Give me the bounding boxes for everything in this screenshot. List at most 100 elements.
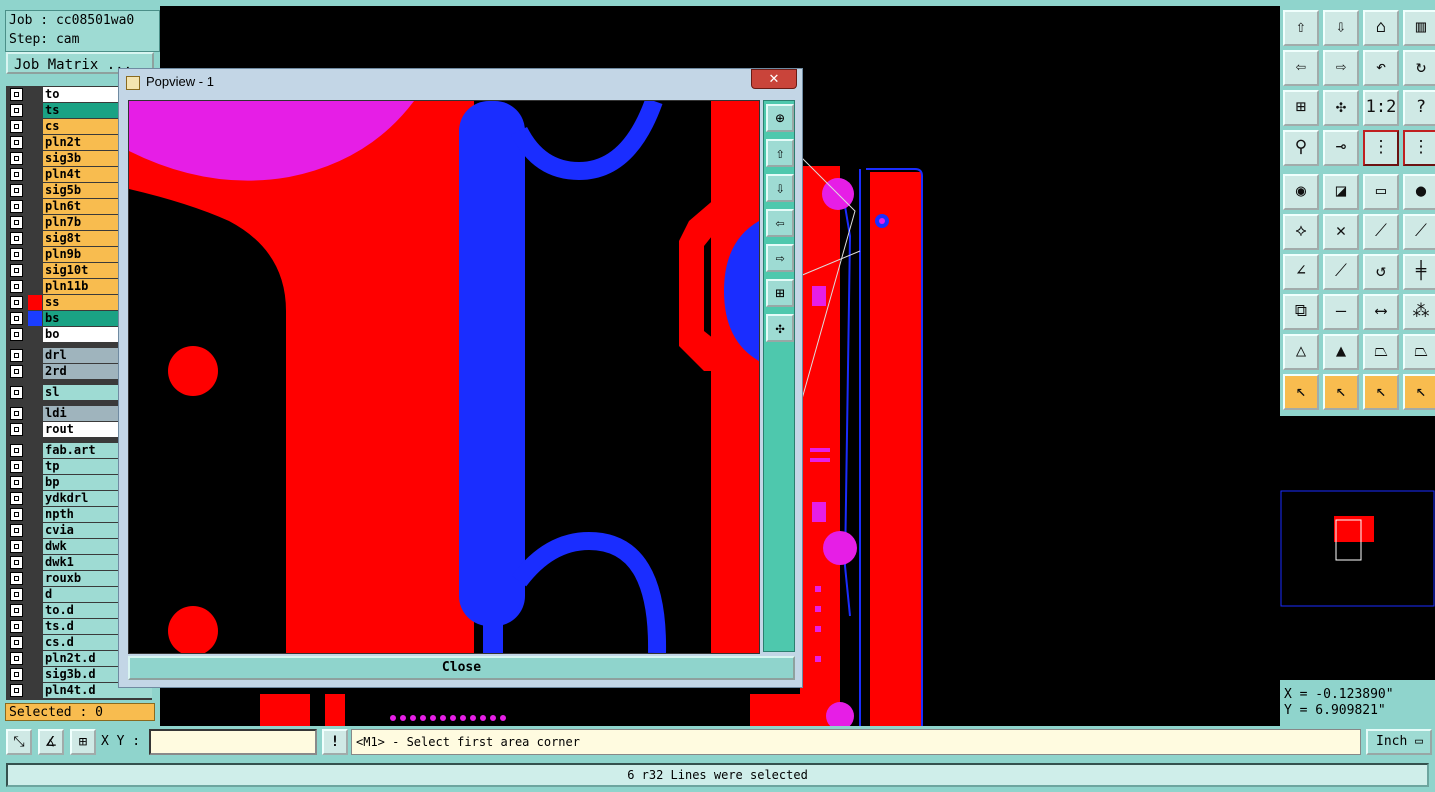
- layer-checkbox[interactable]: [10, 668, 23, 681]
- scale-1-2-icon[interactable]: 1:2: [1363, 90, 1399, 126]
- layer-checkbox[interactable]: [10, 476, 23, 489]
- layer-checkbox[interactable]: [10, 120, 23, 133]
- resize-icon[interactable]: ⤡: [6, 729, 32, 755]
- layer-checkbox[interactable]: [10, 556, 23, 569]
- move-up-icon[interactable]: ⇧: [766, 139, 794, 167]
- edit-angle-icon[interactable]: ∡: [38, 729, 64, 755]
- pointer-box-icon[interactable]: ↖: [1323, 374, 1359, 410]
- ruler-icon[interactable]: ▭: [1363, 174, 1399, 210]
- color-fill-icon[interactable]: ◪: [1323, 174, 1359, 210]
- line-node-alt-icon[interactable]: ⟋: [1403, 214, 1435, 250]
- layer-checkbox[interactable]: [10, 386, 23, 399]
- redraw-icon[interactable]: ↻: [1403, 50, 1435, 86]
- pointer-step-icon[interactable]: ↖: [1403, 374, 1435, 410]
- popview-titlebar[interactable]: Popview - 1 ✕: [119, 69, 802, 95]
- layer-checkbox[interactable]: [10, 136, 23, 149]
- dot-icon[interactable]: ●: [1403, 174, 1435, 210]
- layer-checkbox[interactable]: [10, 168, 23, 181]
- layer-checkbox[interactable]: [10, 524, 23, 537]
- layer-color-swatch: [28, 263, 42, 278]
- layer-checkbox[interactable]: [10, 365, 23, 378]
- connect-icon[interactable]: ⟡: [1283, 214, 1319, 250]
- popview-canvas[interactable]: [128, 100, 760, 654]
- layer-checkbox[interactable]: [10, 508, 23, 521]
- home-icon[interactable]: ⌂: [1363, 10, 1399, 46]
- layer-checkbox[interactable]: [10, 636, 23, 649]
- layer-color-swatch: [28, 231, 42, 246]
- layer-checkbox[interactable]: [10, 280, 23, 293]
- close-button[interactable]: Close: [128, 656, 795, 680]
- layer-checkbox[interactable]: [10, 296, 23, 309]
- zoom-in-icon[interactable]: ⊕: [766, 104, 794, 132]
- layer-checkbox[interactable]: [10, 540, 23, 553]
- layer-checkbox[interactable]: [10, 232, 23, 245]
- popview-close-icon[interactable]: ✕: [751, 69, 797, 89]
- angle-icon[interactable]: ∠: [1283, 254, 1319, 290]
- net-alt-icon[interactable]: ⋮: [1403, 130, 1435, 166]
- triangle-up-icon[interactable]: ▲: [1323, 334, 1359, 370]
- measure-icon[interactable]: ⟷: [1363, 294, 1399, 330]
- layer-checkbox[interactable]: [10, 460, 23, 473]
- help-icon[interactable]: ?: [1403, 90, 1435, 126]
- pointer-icon[interactable]: ↖: [1283, 374, 1319, 410]
- layer-checkbox[interactable]: [10, 248, 23, 261]
- move-down-icon[interactable]: ⇩: [766, 174, 794, 202]
- line-node-icon[interactable]: ⟋: [1363, 214, 1399, 250]
- xy-input[interactable]: [149, 729, 317, 755]
- snap-grid-icon[interactable]: ⊞: [70, 729, 96, 755]
- window-down-icon[interactable]: ⇩: [1323, 10, 1359, 46]
- layer-checkbox[interactable]: [10, 104, 23, 117]
- layer-checkbox[interactable]: [10, 349, 23, 362]
- layer-checkbox[interactable]: [10, 88, 23, 101]
- trapezoid-alt-icon[interactable]: ⏢: [1403, 334, 1435, 370]
- pads-icon[interactable]: ⁂: [1403, 294, 1435, 330]
- zoom-home-icon[interactable]: ✣: [1323, 90, 1359, 126]
- line-icon[interactable]: —: [1323, 294, 1359, 330]
- unit-selector[interactable]: Inch ▭: [1366, 729, 1432, 755]
- layer-checkbox[interactable]: [10, 328, 23, 341]
- layer-checkbox[interactable]: [10, 184, 23, 197]
- exclamation-button[interactable]: !: [322, 729, 348, 755]
- layer-checkbox[interactable]: [10, 604, 23, 617]
- undo-view-icon[interactable]: ↶: [1363, 50, 1399, 86]
- overview-map[interactable]: [1280, 416, 1435, 680]
- layer-checkbox[interactable]: [10, 264, 23, 277]
- layer-checkbox[interactable]: [10, 684, 23, 697]
- layer-checkbox[interactable]: [10, 200, 23, 213]
- layer-color-swatch: [28, 199, 42, 214]
- layer-color-swatch: [28, 348, 42, 363]
- layer-checkbox[interactable]: [10, 216, 23, 229]
- zoom-center-icon[interactable]: ✣: [766, 314, 794, 342]
- triangle-icon[interactable]: △: [1283, 334, 1319, 370]
- layer-checkbox[interactable]: [10, 588, 23, 601]
- layer-checkbox[interactable]: [10, 652, 23, 665]
- pad-move-icon[interactable]: ⧉: [1283, 294, 1319, 330]
- layer-checkbox[interactable]: [10, 444, 23, 457]
- cross-icon[interactable]: ✕: [1323, 214, 1359, 250]
- zoom-fit-icon[interactable]: ⊞: [1283, 90, 1319, 126]
- zoom-fit-icon[interactable]: ⊞: [766, 279, 794, 307]
- split-icon[interactable]: ╪: [1403, 254, 1435, 290]
- window-up-icon[interactable]: ⇧: [1283, 10, 1319, 46]
- drill-icon[interactable]: ⊸: [1323, 130, 1359, 166]
- move-right-icon[interactable]: ⇨: [766, 244, 794, 272]
- pan-right-icon[interactable]: ⇨: [1323, 50, 1359, 86]
- probe-icon[interactable]: ⚲: [1283, 130, 1319, 166]
- grid-window-icon[interactable]: ▥: [1403, 10, 1435, 46]
- trapezoid-icon[interactable]: ⏢: [1363, 334, 1399, 370]
- pan-left-icon[interactable]: ⇦: [1283, 50, 1319, 86]
- layer-checkbox[interactable]: [10, 572, 23, 585]
- pointer-circle-icon[interactable]: ↖: [1363, 374, 1399, 410]
- net-icon[interactable]: ⋮: [1363, 130, 1399, 166]
- layer-checkbox[interactable]: [10, 423, 23, 436]
- layer-color-swatch: [28, 571, 42, 586]
- layer-checkbox[interactable]: [10, 492, 23, 505]
- pad-select-icon[interactable]: ◉: [1283, 174, 1319, 210]
- diagonal-icon[interactable]: ⟋: [1323, 254, 1359, 290]
- layer-checkbox[interactable]: [10, 312, 23, 325]
- layer-checkbox[interactable]: [10, 407, 23, 420]
- move-left-icon[interactable]: ⇦: [766, 209, 794, 237]
- layer-checkbox[interactable]: [10, 152, 23, 165]
- arc-icon[interactable]: ↺: [1363, 254, 1399, 290]
- layer-checkbox[interactable]: [10, 620, 23, 633]
